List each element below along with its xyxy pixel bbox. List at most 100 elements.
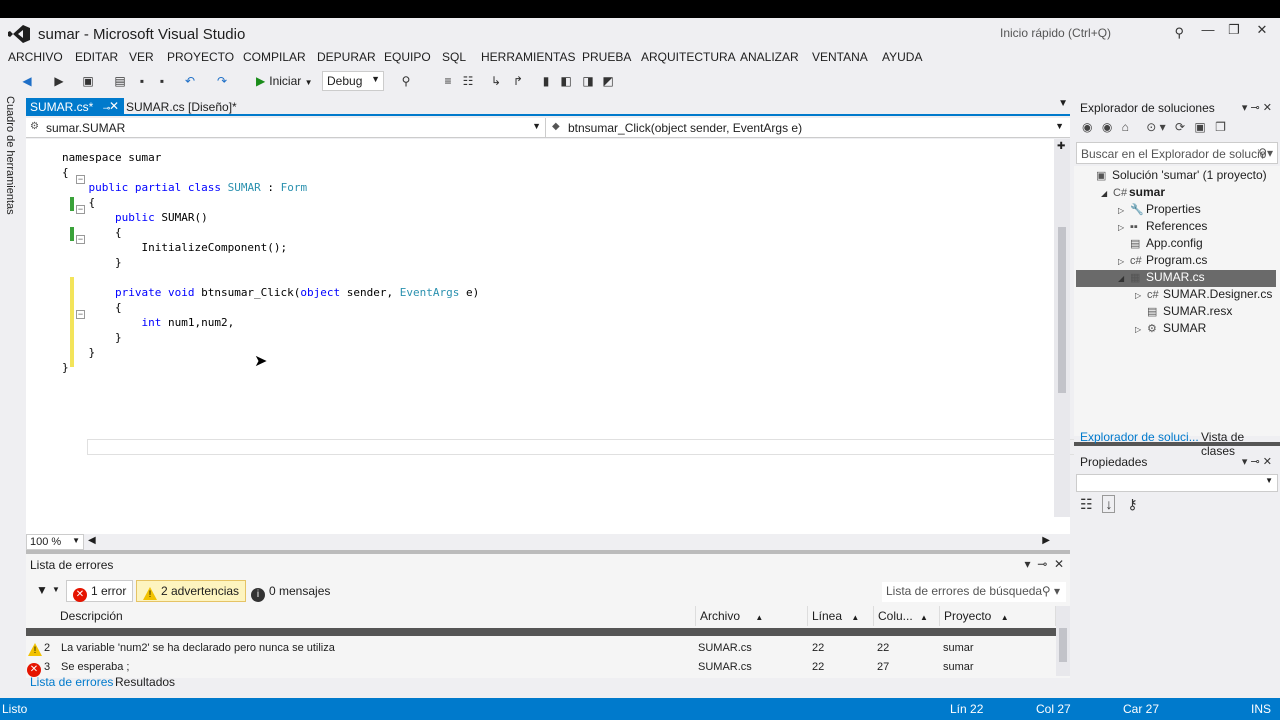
step-out-icon[interactable]: ↱ <box>510 72 526 90</box>
tree-node[interactable]: ▤ SUMAR.resx <box>1135 304 1232 321</box>
show-all-icon[interactable]: ❐ <box>1215 120 1226 134</box>
error-row[interactable]: ! 2 La variable 'num2' se ha declarado p… <box>26 640 1056 659</box>
code-editor[interactable]: − − − − namespace sumar{ public partial … <box>26 139 1077 534</box>
column-descripcion[interactable]: Descripción <box>56 606 696 626</box>
property-pages-icon[interactable]: ⚷ <box>1127 496 1137 512</box>
expand-toggle-icon[interactable]: ▷ <box>1118 257 1130 266</box>
tree-node[interactable]: ▷ ⚙ SUMAR <box>1135 321 1206 338</box>
forward-icon[interactable]: ◉ <box>1102 120 1112 134</box>
column-proyecto[interactable]: Proyecto ▲ <box>940 606 1056 626</box>
forward-icon[interactable]: ▶ <box>52 72 66 90</box>
scroll-left-icon[interactable]: ◀ <box>88 535 96 546</box>
search-icon[interactable]: ⚲▾ <box>1258 146 1273 160</box>
expand-toggle-icon[interactable]: ▷ <box>1135 291 1147 300</box>
menu-equipo[interactable]: EQUIPO <box>384 50 431 64</box>
menu-ayuda[interactable]: AYUDA <box>882 50 922 64</box>
tab-sumar-cs[interactable]: SUMAR.cs* ⊸ ✕ <box>26 98 124 116</box>
solution-config-select[interactable]: Debug ▼ <box>322 71 384 91</box>
menu-analizar[interactable]: ANALIZAR <box>740 50 799 64</box>
tab-sumar-design[interactable]: SUMAR.cs [Diseño]* <box>126 100 237 114</box>
categorized-icon[interactable]: ☷ <box>1080 496 1093 512</box>
start-debug-button[interactable]: ▶ Iniciar ▼ <box>256 71 318 91</box>
menu-editar[interactable]: EDITAR <box>75 50 118 64</box>
menu-proyecto[interactable]: PROYECTO <box>167 50 234 64</box>
chevron-down-icon[interactable]: ▼ <box>1058 98 1068 109</box>
code-line[interactable]: public partial class SUMAR : Form <box>62 180 479 195</box>
pane-controls[interactable]: ▾ ⊸ ✕ <box>1025 557 1064 571</box>
scroll-thumb[interactable] <box>1059 628 1067 662</box>
redo-icon[interactable]: ↷ <box>214 72 230 90</box>
code-line[interactable]: int num1,num2, <box>62 315 479 330</box>
warnings-filter-button[interactable]: ! 2 advertencias <box>136 580 247 602</box>
column-archivo[interactable]: Archivo ▲ <box>696 606 808 626</box>
scroll-right-icon[interactable]: ▶ <box>1042 535 1050 546</box>
search-icon[interactable]: ⚲ <box>1174 25 1184 41</box>
find-icon[interactable]: ⚲ <box>398 72 414 90</box>
code-line[interactable]: InitializeComponent(); <box>62 240 479 255</box>
code-line[interactable]: { <box>62 195 479 210</box>
tree-node[interactable]: ▷ c# SUMAR.Designer.cs <box>1135 287 1272 304</box>
code-line[interactable]: public SUMAR() <box>62 210 479 225</box>
menu-archivo[interactable]: ARCHIVO <box>8 50 63 64</box>
code-line[interactable]: { <box>62 225 479 240</box>
new-project-icon[interactable]: ▣ <box>80 72 96 90</box>
tab-error-list[interactable]: Lista de errores <box>30 675 113 689</box>
scroll-thumb[interactable] <box>1058 227 1066 393</box>
menu-prueba[interactable]: PRUEBA <box>582 50 631 64</box>
quick-launch-input[interactable]: Inicio rápido (Ctrl+Q) ⚲ <box>994 23 1190 43</box>
align-icon[interactable]: ≡ <box>440 72 456 90</box>
tree-node[interactable]: ◢ ▦ SUMAR.cs <box>1118 270 1205 287</box>
format-icon[interactable]: ☷ <box>460 72 476 90</box>
minimize-button[interactable]: — <box>1196 22 1220 42</box>
back-icon[interactable]: ◀ <box>20 72 34 90</box>
collapse-all-icon[interactable]: ▣ <box>1194 120 1205 134</box>
toolbox-side-tab[interactable]: Cuadro de herramientas <box>0 96 22 236</box>
code-line[interactable]: { <box>62 165 479 180</box>
split-icon[interactable]: ✚ <box>1057 141 1065 152</box>
open-file-icon[interactable]: ▤ <box>112 72 128 90</box>
menu-ver[interactable]: VER <box>129 50 154 64</box>
close-button[interactable]: ✕ <box>1250 22 1274 42</box>
tab-solution-explorer[interactable]: Explorador de soluci... <box>1080 430 1199 444</box>
selected-error-row-partial[interactable] <box>26 628 1056 636</box>
tree-node[interactable]: ▷ c# Program.cs <box>1118 253 1207 270</box>
menu-ventana[interactable]: VENTANA <box>812 50 868 64</box>
filter-icon[interactable]: ▼ <box>36 583 48 597</box>
errors-filter-button[interactable]: ✕ 1 error <box>66 580 134 602</box>
column-columna[interactable]: Colu... ▲ <box>874 606 940 626</box>
tree-node[interactable]: ▣ Solución 'sumar' (1 proyecto) <box>1084 168 1267 185</box>
menu-depurar[interactable]: DEPURAR <box>317 50 376 64</box>
tree-node[interactable]: ▷ ▪▪ References <box>1118 219 1207 236</box>
column-linea[interactable]: Línea ▲ <box>808 606 874 626</box>
code-line[interactable]: } <box>62 345 479 360</box>
tab-results[interactable]: Resultados <box>115 675 175 689</box>
code-line[interactable]: } <box>62 360 479 375</box>
clear-bookmarks-icon[interactable]: ◩ <box>600 72 616 90</box>
expand-toggle-icon[interactable]: ▷ <box>1118 206 1130 215</box>
error-search-input[interactable]: Lista de errores de búsqueda ⚲ ▾ <box>882 582 1066 602</box>
back-icon[interactable]: ◉ <box>1082 120 1092 134</box>
menu-compilar[interactable]: COMPILAR <box>243 50 306 64</box>
code-line[interactable]: } <box>62 255 479 270</box>
code-line[interactable]: private void btnsumar_Click(object sende… <box>62 285 479 300</box>
properties-object-select[interactable]: ▼ <box>1076 474 1278 492</box>
next-bookmark-icon[interactable]: ◨ <box>580 72 596 90</box>
expand-toggle-icon[interactable]: ◢ <box>1118 274 1130 283</box>
step-icon[interactable]: ↳ <box>488 72 504 90</box>
code-line[interactable]: } <box>62 330 479 345</box>
tree-node[interactable]: ▤ App.config <box>1118 236 1203 253</box>
messages-filter-button[interactable]: i 0 mensajes <box>244 580 337 602</box>
solution-search-input[interactable]: Buscar en el Explorador de solucio ⚲▾ <box>1076 142 1278 164</box>
prev-bookmark-icon[interactable]: ◧ <box>558 72 574 90</box>
tree-node[interactable]: ◢ C# sumar <box>1101 185 1165 202</box>
pane-controls[interactable]: ▾ ⊸ ✕ <box>1242 101 1272 114</box>
search-icon[interactable]: ⚲ ▾ <box>1042 584 1060 598</box>
tree-node[interactable]: ▷ 🔧 Properties <box>1118 202 1201 219</box>
menu-herramientas[interactable]: HERRAMIENTAS <box>481 50 575 64</box>
pane-controls[interactable]: ▾ ⊸ ✕ <box>1242 455 1272 468</box>
expand-toggle-icon[interactable]: ▷ <box>1118 223 1130 232</box>
error-list-scrollbar[interactable] <box>1056 606 1070 676</box>
alphabetical-icon[interactable]: ↓ <box>1102 495 1116 513</box>
save-all-icon[interactable]: ▪ <box>154 72 170 90</box>
refresh-icon[interactable]: ⟳ <box>1175 120 1185 134</box>
